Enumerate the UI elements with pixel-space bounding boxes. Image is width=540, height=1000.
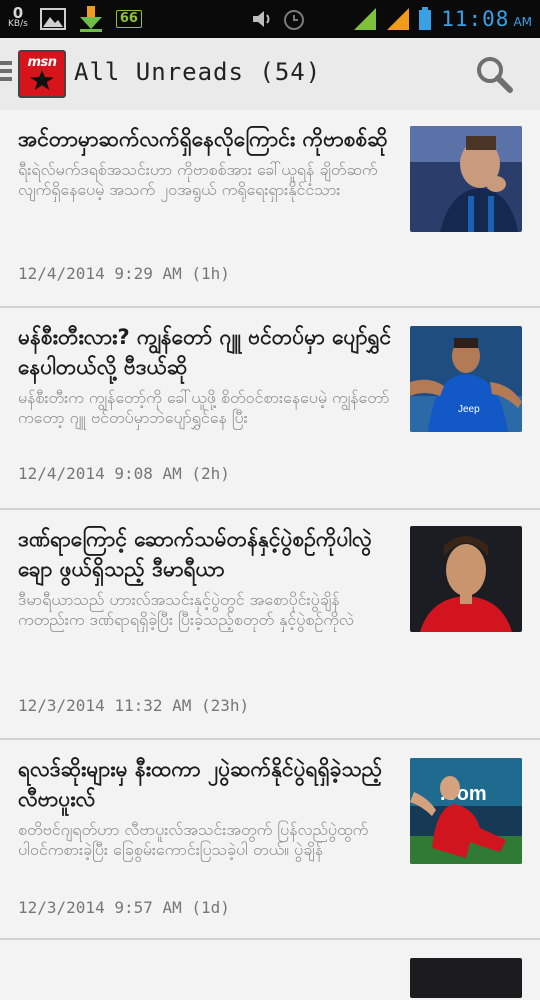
status-left: 0 KB/s 66 (8, 3, 142, 35)
article-headline: မန်စီးတီးလား? ကျွန်တော် ဂျူ ဗင်တပ်မှာ ပျ… (18, 325, 392, 379)
msn-logo[interactable]: msn (18, 50, 66, 98)
logo-star-icon (30, 70, 54, 90)
article-item[interactable]: ရလဒ်ဆိုးများမှ နီးထကာ ၂ပွဲဆက်နိုင်ပွဲရရှ… (0, 740, 540, 940)
article-text: အင်တာမှာဆက်လက်ရှိနေလိုကြောင်း ကိုဗာစစ်ဆိ… (18, 124, 396, 220)
download-icon (79, 6, 102, 32)
action-bar: msn All Unreads (54) (0, 38, 540, 112)
article-date: 12/3/2014 11:32 AM (23h) (18, 696, 250, 715)
network-speed: 0 KB/s (8, 4, 28, 30)
article-item[interactable]: အင်တာမှာဆက်လက်ရှိနေလိုကြောင်း ကိုဗာစစ်ဆိ… (0, 110, 540, 308)
svg-text:Jeep: Jeep (458, 404, 480, 415)
clock-time: 11:08 (441, 7, 510, 31)
volume-icon (253, 11, 270, 27)
article-text: ရလဒ်ဆိုးများမှ နီးထကာ ၂ပွဲဆက်နိုင်ပွဲရရှ… (18, 754, 396, 880)
gallery-icon (39, 8, 66, 30)
article-list: အင်တာမှာဆက်လက်ရှိနေလိုကြောင်း ကိုဗာစစ်ဆိ… (0, 110, 540, 1000)
clock: 11:08 AM (441, 7, 532, 31)
article-headline: ဒဏ်ရာကြောင့် ဆောက်သမ်တန်နှင့်ပွဲစဉ်ကိုပါ… (18, 527, 372, 581)
article-item[interactable] (0, 940, 540, 1000)
battery-badge: 66 (115, 10, 142, 28)
menu-icon[interactable] (0, 61, 12, 85)
network-speed-value: 0 (12, 4, 24, 22)
clock-ampm: AM (513, 15, 532, 29)
status-right: 11:08 AM (251, 3, 532, 35)
article-item[interactable]: မန်စီးတီးလား? ကျွန်တော် ဂျူ ဗင်တပ်မှာ ပျ… (0, 308, 540, 510)
article-text: မန်စီးတီးလား? ကျွန်တော် ဂျူ ဗင်တပ်မှာ ပျ… (18, 322, 396, 448)
article-thumbnail (410, 958, 522, 998)
article-date: 12/4/2014 9:08 AM (2h) (18, 464, 230, 483)
article-headline: ရလဒ်ဆိုးများမှ နီးထကာ ၂ပွဲဆက်နိုင်ပွဲရရှ… (18, 757, 383, 811)
article-thumbnail: .com (410, 758, 522, 864)
status-bar: 0 KB/s 66 11:08 AM (0, 0, 540, 38)
article-thumbnail: Jeep (410, 326, 522, 432)
article-thumbnail (410, 126, 522, 232)
page-title: All Unreads (54) (74, 58, 322, 86)
wifi-icon (315, 12, 330, 29)
article-summary: ရီးရဲလ်မက်ဒရစ်အသင်းဟာ ကိုဗာစစ်အား ခေါ်ယူ… (18, 160, 378, 199)
article-date: 12/3/2014 9:57 AM (1d) (18, 898, 230, 917)
article-item[interactable]: ဒဏ်ရာကြောင့် ဆောက်သမ်တန်နှင့်ပွဲစဉ်ကိုပါ… (0, 510, 540, 740)
article-summary: ဒီမာရီယာသည် ဟားလ်အသင်းနှင့်ပွဲတွင် အစောပ… (18, 590, 354, 629)
article-date: 12/4/2014 9:29 AM (1h) (18, 264, 230, 283)
signal-orange-icon (387, 8, 410, 30)
logo-text: msn (27, 55, 57, 70)
article-summary: မန်စီးတီးက ကျွန်တော့်ကို ခေါ်ယူဖို့ စိတ်… (18, 388, 390, 427)
signal-green-icon (354, 8, 377, 30)
search-icon[interactable] (474, 54, 514, 94)
alarm-icon (284, 10, 305, 30)
network-speed-unit: KB/s (8, 19, 28, 29)
article-summary: စတိဗင်ဂျရတ်ဟာ လီဗာပူးလ်အသင်းအတွက် ပြန်လည… (18, 820, 369, 859)
battery-icon (419, 7, 432, 30)
article-thumbnail (410, 526, 522, 632)
article-text: ဒဏ်ရာကြောင့် ဆောက်သမ်တန်နှင့်ပွဲစဉ်ကိုပါ… (18, 524, 396, 650)
article-headline: အင်တာမှာဆက်လက်ရှိနေလိုကြောင်း ကိုဗာစစ်ဆိ… (18, 127, 388, 151)
